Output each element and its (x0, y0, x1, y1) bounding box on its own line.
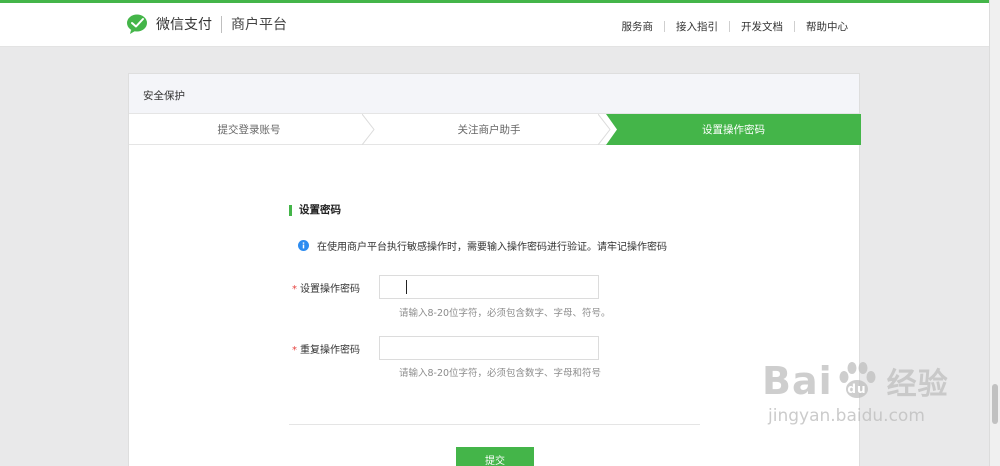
top-header: 微信支付 商户平台 服务商 接入指引 开发文档 帮助中心 (0, 3, 1000, 47)
vertical-scrollbar[interactable] (989, 0, 1000, 466)
confirm-password-label-text: 重复操作密码 (300, 344, 360, 356)
step-progress: 提交登录账号 关注商户助手 设置操作密码 (129, 114, 861, 145)
watermark-logo-left: Bai (762, 359, 833, 403)
password-label: * 设置操作密码 (279, 280, 379, 295)
nav-divider (664, 21, 665, 32)
nav-access-guide[interactable]: 接入指引 (676, 19, 718, 34)
nav-divider (794, 21, 795, 32)
notice-text: 在使用商户平台执行敏感操作时，需要输入操作密码进行验证。请牢记操作密码 (317, 242, 667, 253)
text-caret (406, 280, 407, 294)
logo-divider (221, 15, 222, 33)
confirm-password-row: * 重复操作密码 (279, 336, 599, 360)
step-set-password-active: 设置操作密码 (606, 114, 861, 145)
required-mark: * (292, 283, 297, 295)
submit-button[interactable]: 提交 (456, 447, 534, 466)
step-submit-account: 提交登录账号 (217, 124, 281, 136)
watermark-url: jingyan.baidu.com (768, 406, 925, 426)
card-title: 安全保护 (129, 74, 859, 114)
required-mark: * (292, 344, 297, 356)
svg-text:du: du (847, 382, 866, 396)
top-nav: 服务商 接入指引 开发文档 帮助中心 (622, 19, 848, 34)
watermark-logo: Bai du 经验 (762, 358, 949, 404)
nav-service-provider[interactable]: 服务商 (622, 19, 654, 34)
security-card: 安全保护 提交登录账号 关注商户助手 设置操作密码 设置密码 在使用商户平台执行… (128, 73, 861, 466)
paw-icon: du (839, 362, 876, 398)
watermark-logo-right: 经验 (886, 367, 949, 402)
brand-name: 微信支付 (156, 17, 212, 33)
confirm-password-hint: 请输入8-20位字符，必须包含数字、字母和符号 (399, 368, 602, 379)
nav-help-center[interactable]: 帮助中心 (806, 19, 848, 34)
confirm-password-input[interactable] (379, 336, 599, 360)
nav-divider (729, 21, 730, 32)
scrollbar-thumb[interactable] (992, 384, 998, 424)
info-notice: 在使用商户平台执行敏感操作时，需要输入操作密码进行验证。请牢记操作密码 (298, 238, 667, 253)
baidu-jingyan-watermark: Bai du 经验 jingyan.baidu.com (762, 358, 949, 426)
password-hint: 请输入8-20位字符，必须包含数字、字母、符号。 (399, 308, 611, 319)
form-divider (289, 424, 700, 425)
wechat-icon (127, 14, 147, 34)
info-icon (298, 240, 309, 251)
brand-logo[interactable]: 微信支付 商户平台 (127, 14, 287, 34)
section-title: 设置密码 (289, 205, 341, 216)
confirm-password-label: * 重复操作密码 (279, 341, 379, 356)
step-follow-assistant: 关注商户助手 (457, 124, 521, 136)
platform-name: 商户平台 (231, 17, 287, 33)
password-label-text: 设置操作密码 (300, 283, 360, 295)
nav-dev-docs[interactable]: 开发文档 (741, 19, 783, 34)
password-input[interactable] (379, 275, 599, 299)
password-row: * 设置操作密码 (279, 275, 599, 299)
